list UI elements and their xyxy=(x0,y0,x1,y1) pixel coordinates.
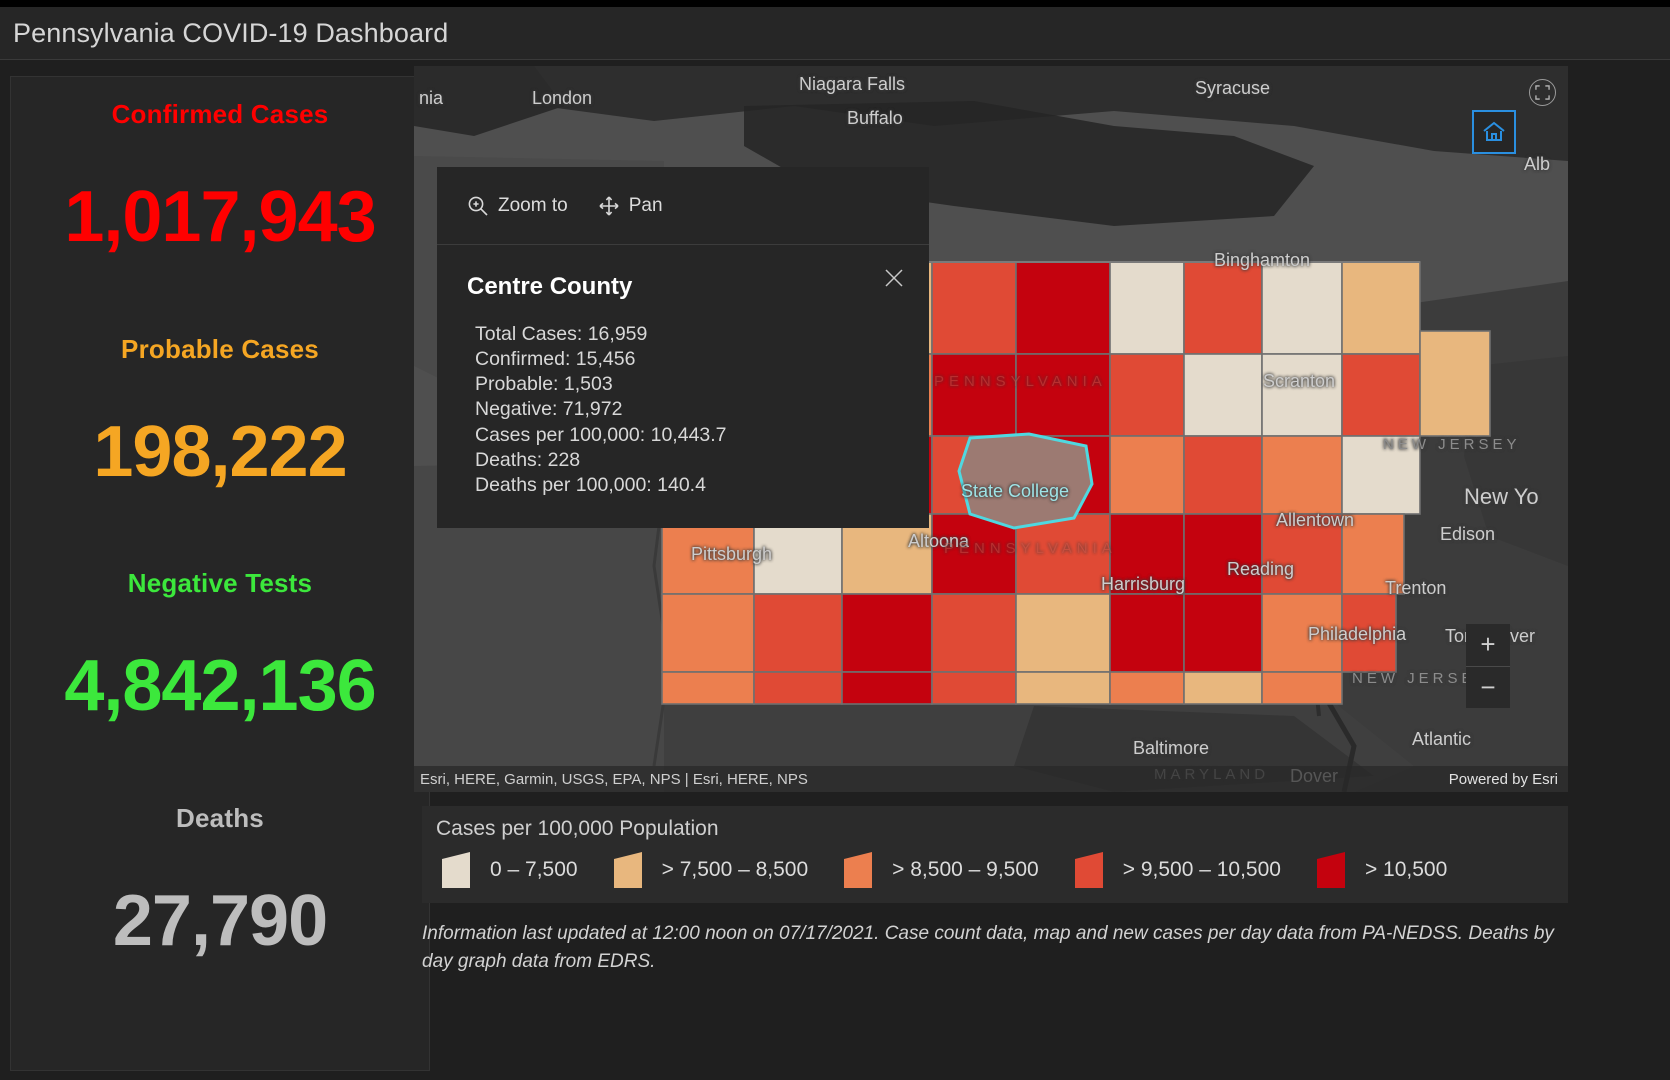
map-attribution: Esri, HERE, Garmin, USGS, EPA, NPS | Esr… xyxy=(414,766,1568,792)
legend-label: 0 – 7,500 xyxy=(490,858,578,881)
popup-row: Probable: 1,503 xyxy=(475,373,613,396)
home-button[interactable] xyxy=(1472,110,1516,154)
popup-row: Deaths per 100,000: 140.4 xyxy=(475,473,706,496)
popup-row: Cases per 100,000: 10,443.7 xyxy=(475,423,727,446)
pan-label: Pan xyxy=(628,194,663,216)
dashboard-root: Pennsylvania COVID-19 Dashboard Confirme… xyxy=(0,0,1670,1080)
page-title: Pennsylvania COVID-19 Dashboard xyxy=(13,17,449,48)
stat-value: 27,790 xyxy=(112,880,328,961)
legend-item[interactable]: > 9,500 – 10,500 xyxy=(1073,851,1281,889)
legend-item[interactable]: > 8,500 – 9,500 xyxy=(842,851,1039,889)
stat-value: 198,222 xyxy=(93,411,347,492)
legend-label: > 7,500 – 8,500 xyxy=(661,858,809,881)
legend-swatch-icon xyxy=(1074,852,1103,888)
map-legend: Cases per 100,000 Population 0 – 7,500 >… xyxy=(422,806,1568,903)
footer-note: Information last updated at 12:00 noon o… xyxy=(422,923,1554,972)
zoom-to-button[interactable]: Zoom to xyxy=(467,195,568,217)
attribution-sources: Esri, HERE, Garmin, USGS, EPA, NPS | Esr… xyxy=(420,770,808,788)
magnifier-plus-icon xyxy=(468,196,488,216)
legend-items: 0 – 7,500 > 7,500 – 8,500 > 8,500 – 9,50… xyxy=(422,841,1568,889)
popup-row: Confirmed: 15,456 xyxy=(475,348,636,371)
legend-label: > 9,500 – 10,500 xyxy=(1122,858,1281,881)
stat-value: 1,017,943 xyxy=(64,177,376,257)
popup-row: Negative: 71,972 xyxy=(475,398,623,421)
legend-swatch-icon xyxy=(442,852,470,888)
stat-value: 4,842,136 xyxy=(64,646,376,727)
legend-swatch-icon xyxy=(613,852,642,888)
stat-label: Confirmed Cases xyxy=(111,99,329,129)
stat-label: Probable Cases xyxy=(121,333,319,364)
legend-item[interactable]: 0 – 7,500 xyxy=(440,851,578,889)
popup-action-bar: Zoom to Pan xyxy=(437,167,929,245)
legend-swatch-icon xyxy=(1316,852,1345,888)
zoom-to-label: Zoom to xyxy=(498,194,568,216)
legend-item[interactable]: > 7,500 – 8,500 xyxy=(612,851,809,889)
stat-label: Negative Tests xyxy=(127,568,313,599)
app-header: Pennsylvania COVID-19 Dashboard xyxy=(0,7,1670,60)
popup-row: Deaths: 228 xyxy=(475,448,581,471)
popup-attribute-list: Total Cases: 16,959 Confirmed: 15,456 Pr… xyxy=(467,322,899,498)
legend-swatch-icon xyxy=(844,852,873,888)
stats-panel: Confirmed Cases 1,017,943 Probable Cases… xyxy=(10,76,430,1071)
pan-move-icon xyxy=(599,195,619,216)
legend-label: > 8,500 – 9,500 xyxy=(892,858,1039,881)
zoom-controls[interactable]: + − xyxy=(1466,624,1510,708)
zoom-out-button[interactable]: − xyxy=(1466,667,1510,709)
stat-deaths: Deaths 27,790 xyxy=(11,803,429,960)
stat-label: Deaths xyxy=(176,802,264,833)
expand-icon[interactable] xyxy=(1529,79,1556,106)
popup-row: Total Cases: 16,959 xyxy=(475,323,648,345)
legend-label: > 10,500 xyxy=(1364,858,1448,881)
top-strip xyxy=(0,0,1670,7)
selected-county-centre xyxy=(957,432,1094,530)
feature-popup[interactable]: Zoom to Pan Centre County Total Cases: 1… xyxy=(437,167,929,528)
powered-by-esri: Powered by Esri xyxy=(1448,770,1558,788)
home-icon xyxy=(1483,121,1505,141)
popup-title: Centre County xyxy=(467,273,633,300)
close-icon[interactable] xyxy=(881,265,907,291)
pan-button[interactable]: Pan xyxy=(598,195,663,217)
zoom-in-button[interactable]: + xyxy=(1466,624,1510,667)
stat-negative-tests: Negative Tests 4,842,136 xyxy=(11,568,429,725)
stat-confirmed-cases: Confirmed Cases 1,017,943 xyxy=(11,99,429,256)
legend-title: Cases per 100,000 Population xyxy=(436,817,719,840)
close-x-icon xyxy=(885,269,903,287)
legend-item[interactable]: > 10,500 xyxy=(1315,851,1447,889)
popup-body: Centre County Total Cases: 16,959 Confir… xyxy=(437,245,929,528)
stat-probable-cases: Probable Cases 198,222 xyxy=(11,334,429,491)
